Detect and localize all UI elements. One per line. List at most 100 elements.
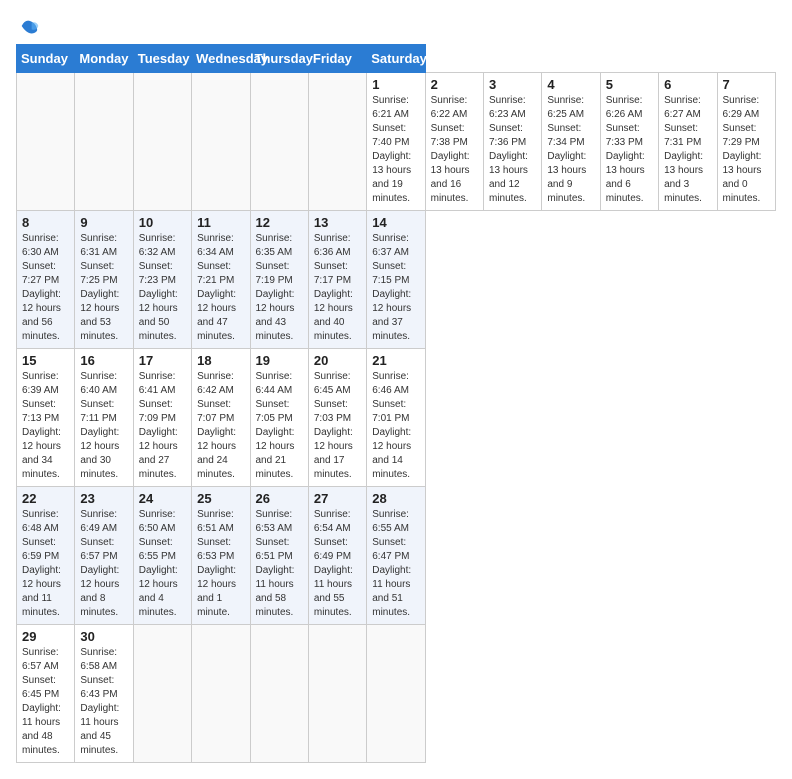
weekday-header-monday: Monday <box>75 45 133 73</box>
calendar-cell: 22 Sunrise: 6:48 AM Sunset: 6:59 PM Dayl… <box>17 487 75 625</box>
day-number: 22 <box>22 491 69 506</box>
day-info: Sunrise: 6:26 AM Sunset: 7:33 PM Dayligh… <box>606 94 653 206</box>
weekday-header-row: SundayMondayTuesdayWednesdayThursdayFrid… <box>17 45 776 73</box>
day-info: Sunrise: 6:39 AM Sunset: 7:13 PM Dayligh… <box>22 370 69 482</box>
logo-icon <box>20 16 40 36</box>
day-info: Sunrise: 6:57 AM Sunset: 6:45 PM Dayligh… <box>22 646 69 758</box>
day-info: Sunrise: 6:50 AM Sunset: 6:55 PM Dayligh… <box>139 508 186 620</box>
day-number: 9 <box>80 215 127 230</box>
day-number: 10 <box>139 215 186 230</box>
calendar-cell: 20 Sunrise: 6:45 AM Sunset: 7:03 PM Dayl… <box>308 349 366 487</box>
day-info: Sunrise: 6:23 AM Sunset: 7:36 PM Dayligh… <box>489 94 536 206</box>
day-info: Sunrise: 6:35 AM Sunset: 7:19 PM Dayligh… <box>256 232 303 344</box>
calendar-table: SundayMondayTuesdayWednesdayThursdayFrid… <box>16 44 776 763</box>
calendar-week-row: 22 Sunrise: 6:48 AM Sunset: 6:59 PM Dayl… <box>17 487 776 625</box>
day-info: Sunrise: 6:58 AM Sunset: 6:43 PM Dayligh… <box>80 646 127 758</box>
day-number: 17 <box>139 353 186 368</box>
calendar-cell: 27 Sunrise: 6:54 AM Sunset: 6:49 PM Dayl… <box>308 487 366 625</box>
calendar-cell: 18 Sunrise: 6:42 AM Sunset: 7:07 PM Dayl… <box>192 349 250 487</box>
calendar-cell <box>133 73 191 211</box>
calendar-cell: 23 Sunrise: 6:49 AM Sunset: 6:57 PM Dayl… <box>75 487 133 625</box>
calendar-week-row: 1 Sunrise: 6:21 AM Sunset: 7:40 PM Dayli… <box>17 73 776 211</box>
day-number: 5 <box>606 77 653 92</box>
day-info: Sunrise: 6:27 AM Sunset: 7:31 PM Dayligh… <box>664 94 711 206</box>
day-info: Sunrise: 6:44 AM Sunset: 7:05 PM Dayligh… <box>256 370 303 482</box>
day-info: Sunrise: 6:30 AM Sunset: 7:27 PM Dayligh… <box>22 232 69 344</box>
day-number: 25 <box>197 491 244 506</box>
calendar-cell: 10 Sunrise: 6:32 AM Sunset: 7:23 PM Dayl… <box>133 211 191 349</box>
day-number: 8 <box>22 215 69 230</box>
weekday-header-wednesday: Wednesday <box>192 45 250 73</box>
day-number: 6 <box>664 77 711 92</box>
day-number: 1 <box>372 77 419 92</box>
calendar-cell: 25 Sunrise: 6:51 AM Sunset: 6:53 PM Dayl… <box>192 487 250 625</box>
day-number: 4 <box>547 77 594 92</box>
calendar-cell <box>308 625 366 763</box>
day-info: Sunrise: 6:45 AM Sunset: 7:03 PM Dayligh… <box>314 370 361 482</box>
calendar-cell: 2 Sunrise: 6:22 AM Sunset: 7:38 PM Dayli… <box>425 73 483 211</box>
calendar-cell <box>192 73 250 211</box>
day-number: 14 <box>372 215 419 230</box>
day-number: 28 <box>372 491 419 506</box>
day-info: Sunrise: 6:41 AM Sunset: 7:09 PM Dayligh… <box>139 370 186 482</box>
calendar-cell: 26 Sunrise: 6:53 AM Sunset: 6:51 PM Dayl… <box>250 487 308 625</box>
weekday-header-friday: Friday <box>308 45 366 73</box>
day-number: 15 <box>22 353 69 368</box>
calendar-cell: 24 Sunrise: 6:50 AM Sunset: 6:55 PM Dayl… <box>133 487 191 625</box>
calendar-cell: 5 Sunrise: 6:26 AM Sunset: 7:33 PM Dayli… <box>600 73 658 211</box>
day-info: Sunrise: 6:51 AM Sunset: 6:53 PM Dayligh… <box>197 508 244 620</box>
day-number: 13 <box>314 215 361 230</box>
calendar-cell: 19 Sunrise: 6:44 AM Sunset: 7:05 PM Dayl… <box>250 349 308 487</box>
day-info: Sunrise: 6:21 AM Sunset: 7:40 PM Dayligh… <box>372 94 419 206</box>
day-number: 12 <box>256 215 303 230</box>
calendar-cell: 12 Sunrise: 6:35 AM Sunset: 7:19 PM Dayl… <box>250 211 308 349</box>
weekday-header-thursday: Thursday <box>250 45 308 73</box>
calendar-cell: 9 Sunrise: 6:31 AM Sunset: 7:25 PM Dayli… <box>75 211 133 349</box>
calendar-cell: 8 Sunrise: 6:30 AM Sunset: 7:27 PM Dayli… <box>17 211 75 349</box>
calendar-cell: 1 Sunrise: 6:21 AM Sunset: 7:40 PM Dayli… <box>367 73 425 211</box>
day-number: 29 <box>22 629 69 644</box>
day-number: 26 <box>256 491 303 506</box>
day-number: 18 <box>197 353 244 368</box>
calendar-cell <box>192 625 250 763</box>
day-info: Sunrise: 6:32 AM Sunset: 7:23 PM Dayligh… <box>139 232 186 344</box>
calendar-cell: 17 Sunrise: 6:41 AM Sunset: 7:09 PM Dayl… <box>133 349 191 487</box>
day-number: 7 <box>723 77 771 92</box>
day-number: 3 <box>489 77 536 92</box>
day-number: 30 <box>80 629 127 644</box>
calendar-week-row: 29 Sunrise: 6:57 AM Sunset: 6:45 PM Dayl… <box>17 625 776 763</box>
calendar-cell <box>308 73 366 211</box>
day-info: Sunrise: 6:34 AM Sunset: 7:21 PM Dayligh… <box>197 232 244 344</box>
calendar-cell: 11 Sunrise: 6:34 AM Sunset: 7:21 PM Dayl… <box>192 211 250 349</box>
day-number: 19 <box>256 353 303 368</box>
day-info: Sunrise: 6:49 AM Sunset: 6:57 PM Dayligh… <box>80 508 127 620</box>
day-info: Sunrise: 6:37 AM Sunset: 7:15 PM Dayligh… <box>372 232 419 344</box>
day-info: Sunrise: 6:54 AM Sunset: 6:49 PM Dayligh… <box>314 508 361 620</box>
day-info: Sunrise: 6:40 AM Sunset: 7:11 PM Dayligh… <box>80 370 127 482</box>
calendar-cell <box>17 73 75 211</box>
day-number: 27 <box>314 491 361 506</box>
day-info: Sunrise: 6:42 AM Sunset: 7:07 PM Dayligh… <box>197 370 244 482</box>
calendar-cell: 29 Sunrise: 6:57 AM Sunset: 6:45 PM Dayl… <box>17 625 75 763</box>
header <box>16 16 776 36</box>
calendar-cell <box>133 625 191 763</box>
day-info: Sunrise: 6:55 AM Sunset: 6:47 PM Dayligh… <box>372 508 419 620</box>
day-number: 16 <box>80 353 127 368</box>
day-info: Sunrise: 6:36 AM Sunset: 7:17 PM Dayligh… <box>314 232 361 344</box>
calendar-cell: 28 Sunrise: 6:55 AM Sunset: 6:47 PM Dayl… <box>367 487 425 625</box>
weekday-header-sunday: Sunday <box>17 45 75 73</box>
calendar-cell <box>250 625 308 763</box>
weekday-header-saturday: Saturday <box>367 45 425 73</box>
weekday-header-tuesday: Tuesday <box>133 45 191 73</box>
calendar-cell: 21 Sunrise: 6:46 AM Sunset: 7:01 PM Dayl… <box>367 349 425 487</box>
day-info: Sunrise: 6:25 AM Sunset: 7:34 PM Dayligh… <box>547 94 594 206</box>
day-number: 20 <box>314 353 361 368</box>
calendar-cell: 14 Sunrise: 6:37 AM Sunset: 7:15 PM Dayl… <box>367 211 425 349</box>
day-info: Sunrise: 6:53 AM Sunset: 6:51 PM Dayligh… <box>256 508 303 620</box>
calendar-week-row: 8 Sunrise: 6:30 AM Sunset: 7:27 PM Dayli… <box>17 211 776 349</box>
calendar-cell: 15 Sunrise: 6:39 AM Sunset: 7:13 PM Dayl… <box>17 349 75 487</box>
day-number: 2 <box>431 77 478 92</box>
calendar-week-row: 15 Sunrise: 6:39 AM Sunset: 7:13 PM Dayl… <box>17 349 776 487</box>
calendar-cell <box>367 625 425 763</box>
day-number: 21 <box>372 353 419 368</box>
